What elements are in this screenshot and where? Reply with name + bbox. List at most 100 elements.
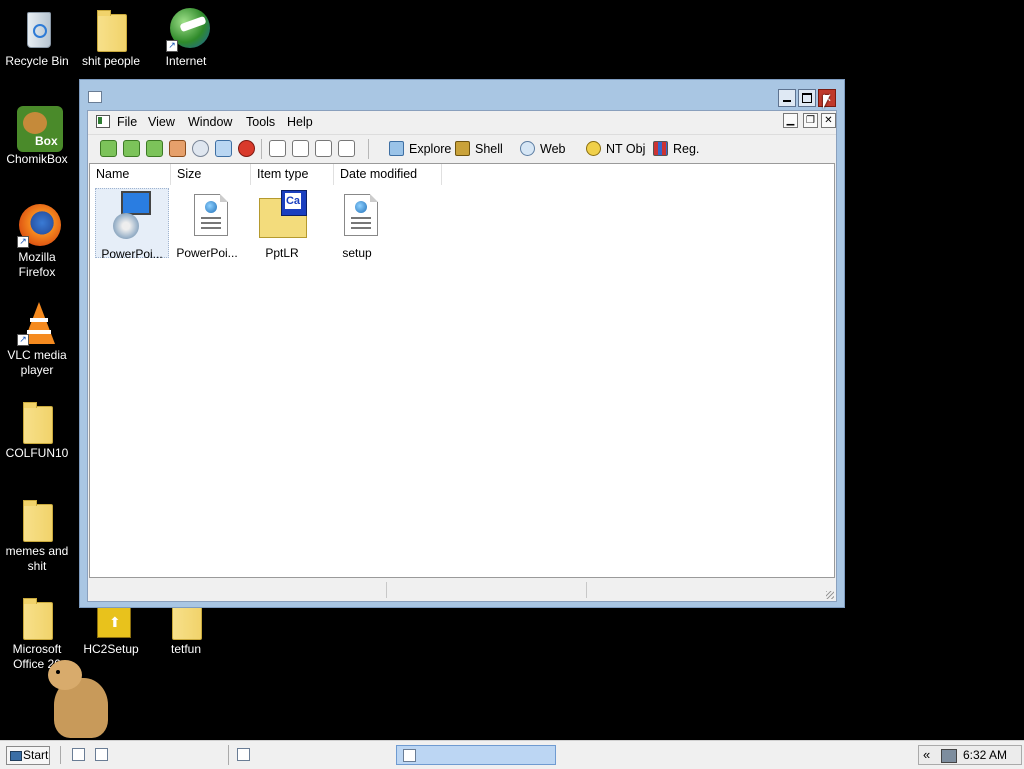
search-button[interactable]	[192, 140, 209, 157]
column-header-size[interactable]: Size	[171, 164, 251, 185]
desktop-icon-firefox[interactable]: ↗ Mozilla Firefox	[0, 204, 74, 280]
desktop-icon-label: tetfun	[170, 642, 202, 656]
desktop-icon-label: shit people	[81, 54, 141, 68]
toolbar-separator	[368, 139, 369, 159]
window-app-icon	[88, 91, 102, 103]
list-view-button[interactable]	[315, 140, 332, 157]
web-button[interactable]: Web	[520, 140, 565, 158]
folder-icon	[17, 596, 57, 640]
column-header-date-modified[interactable]: Date modified	[334, 164, 442, 185]
refresh-button[interactable]	[215, 140, 232, 157]
desktop-icon-vlc[interactable]: ↗ VLC media player	[0, 302, 74, 378]
desktop-icon-recycle-bin[interactable]: Recycle Bin	[0, 8, 74, 69]
start-label: Start	[23, 748, 49, 762]
desktop-icon-label: COLFUN10	[5, 446, 69, 460]
mdi-restore-button[interactable]: ❐	[803, 113, 818, 128]
quicklaunch-icon[interactable]	[95, 748, 108, 761]
shell-icon	[455, 141, 470, 156]
shell-button[interactable]: Shell	[455, 140, 503, 158]
registry-label: Reg.	[673, 142, 700, 156]
window-client-area: File View Window Tools Help ▁ ❐ ✕ Explor…	[87, 110, 837, 602]
system-menu-icon[interactable]	[96, 115, 110, 128]
clock[interactable]: 6:32 AM	[963, 748, 1007, 762]
quicklaunch-icon[interactable]	[72, 748, 85, 761]
desktop-icon-label: memes and shit	[5, 544, 69, 573]
taskbar-window-button[interactable]	[228, 745, 388, 765]
taskbar-separator	[60, 746, 61, 764]
taskbar-window-button-active[interactable]	[396, 745, 556, 765]
internet-download-manager-icon: ↗	[166, 8, 210, 52]
forward-button[interactable]	[123, 140, 140, 157]
document-globe-icon	[182, 190, 232, 240]
registry-icon	[653, 141, 668, 156]
menu-file[interactable]: File	[112, 113, 142, 131]
desktop-icon-memes-and-shit[interactable]: memes and shit	[0, 498, 74, 574]
menu-help[interactable]: Help	[282, 113, 318, 131]
back-button[interactable]	[100, 140, 117, 157]
desktop-icon-shit-people[interactable]: shit people	[74, 8, 148, 69]
desktop-icon-chomikbox[interactable]: Box ChomikBox	[0, 106, 74, 167]
desktop-icon-internet[interactable]: ↗ Internet	[149, 8, 223, 69]
shell-label: Shell	[475, 142, 503, 156]
small-icons-button[interactable]	[292, 140, 309, 157]
folder-icon	[17, 400, 57, 444]
system-tray: « 6:32 AM	[918, 745, 1022, 765]
explorer-window[interactable]: File View Window Tools Help ▁ ❐ ✕	[79, 79, 845, 608]
file-item[interactable]: Ca PptLR	[245, 188, 319, 260]
menu-bar: File View Window Tools Help ▁ ❐ ✕	[88, 111, 836, 133]
tray-chevron[interactable]: «	[923, 747, 930, 762]
desktop-icon-label: ChomikBox	[6, 152, 68, 166]
desktop-icon-label: Mozilla Firefox	[18, 250, 56, 279]
vlc-icon: ↗	[17, 302, 57, 346]
minimize-button[interactable]	[778, 89, 796, 107]
file-item-label: setup	[342, 246, 372, 260]
web-icon	[520, 141, 535, 156]
menu-view[interactable]: View	[143, 113, 180, 131]
status-pane	[386, 582, 587, 598]
explore-button[interactable]: Explore	[389, 140, 451, 158]
mdi-minimize-button[interactable]: ▁	[783, 113, 798, 128]
nt-obj-button[interactable]: NT Obj	[586, 140, 645, 158]
web-label: Web	[540, 142, 566, 156]
large-icons-button[interactable]	[269, 140, 286, 157]
document-globe-icon	[332, 190, 382, 240]
status-pane	[88, 582, 387, 598]
mdi-close-button[interactable]: ✕	[821, 113, 836, 128]
tray-app-icon[interactable]	[941, 749, 957, 763]
registry-button[interactable]: Reg.	[653, 140, 699, 158]
explore-label: Explore	[409, 142, 452, 156]
desktop-icon-label: VLC media player	[7, 348, 67, 377]
window-titlebar[interactable]	[80, 80, 844, 110]
column-header-name[interactable]: Name	[90, 164, 171, 185]
file-item[interactable]: PowerPoi...	[95, 188, 169, 261]
resize-grip[interactable]	[826, 591, 834, 599]
status-bar	[88, 578, 836, 601]
folder-icon	[17, 498, 57, 542]
window-app-icon	[403, 749, 416, 762]
home-button[interactable]	[169, 140, 186, 157]
taskbar: Start « 6:32 AM	[0, 740, 1024, 769]
stop-button[interactable]	[238, 140, 255, 157]
setup-installer-icon	[107, 191, 157, 241]
file-item[interactable]: PowerPoi...	[170, 188, 244, 260]
hamster-mascot-image	[44, 660, 112, 738]
chomikbox-badge: Box	[35, 134, 58, 148]
file-list-view[interactable]: Name Size Item type Date modified PowerP…	[89, 163, 835, 578]
desktop-icon-label: Internet	[165, 54, 207, 68]
file-item[interactable]: setup	[320, 188, 394, 260]
desktop-icon-colfun10[interactable]: COLFUN10	[0, 400, 74, 461]
menu-tools[interactable]: Tools	[241, 113, 280, 131]
file-item-label: PptLR	[265, 246, 299, 260]
maximize-button[interactable]	[798, 89, 816, 107]
firefox-icon: ↗	[17, 204, 61, 248]
file-item-label: PowerPoi...	[176, 246, 238, 260]
details-view-button[interactable]	[338, 140, 355, 157]
folder-cab-icon: Ca	[257, 190, 307, 240]
recycle-bin-icon	[17, 8, 57, 52]
column-header-item-type[interactable]: Item type	[251, 164, 334, 185]
start-button[interactable]: Start	[6, 746, 50, 765]
menu-window[interactable]: Window	[183, 113, 237, 131]
nt-obj-label: NT Obj	[606, 142, 646, 156]
up-button[interactable]	[146, 140, 163, 157]
chomikbox-icon: Box	[17, 106, 63, 152]
